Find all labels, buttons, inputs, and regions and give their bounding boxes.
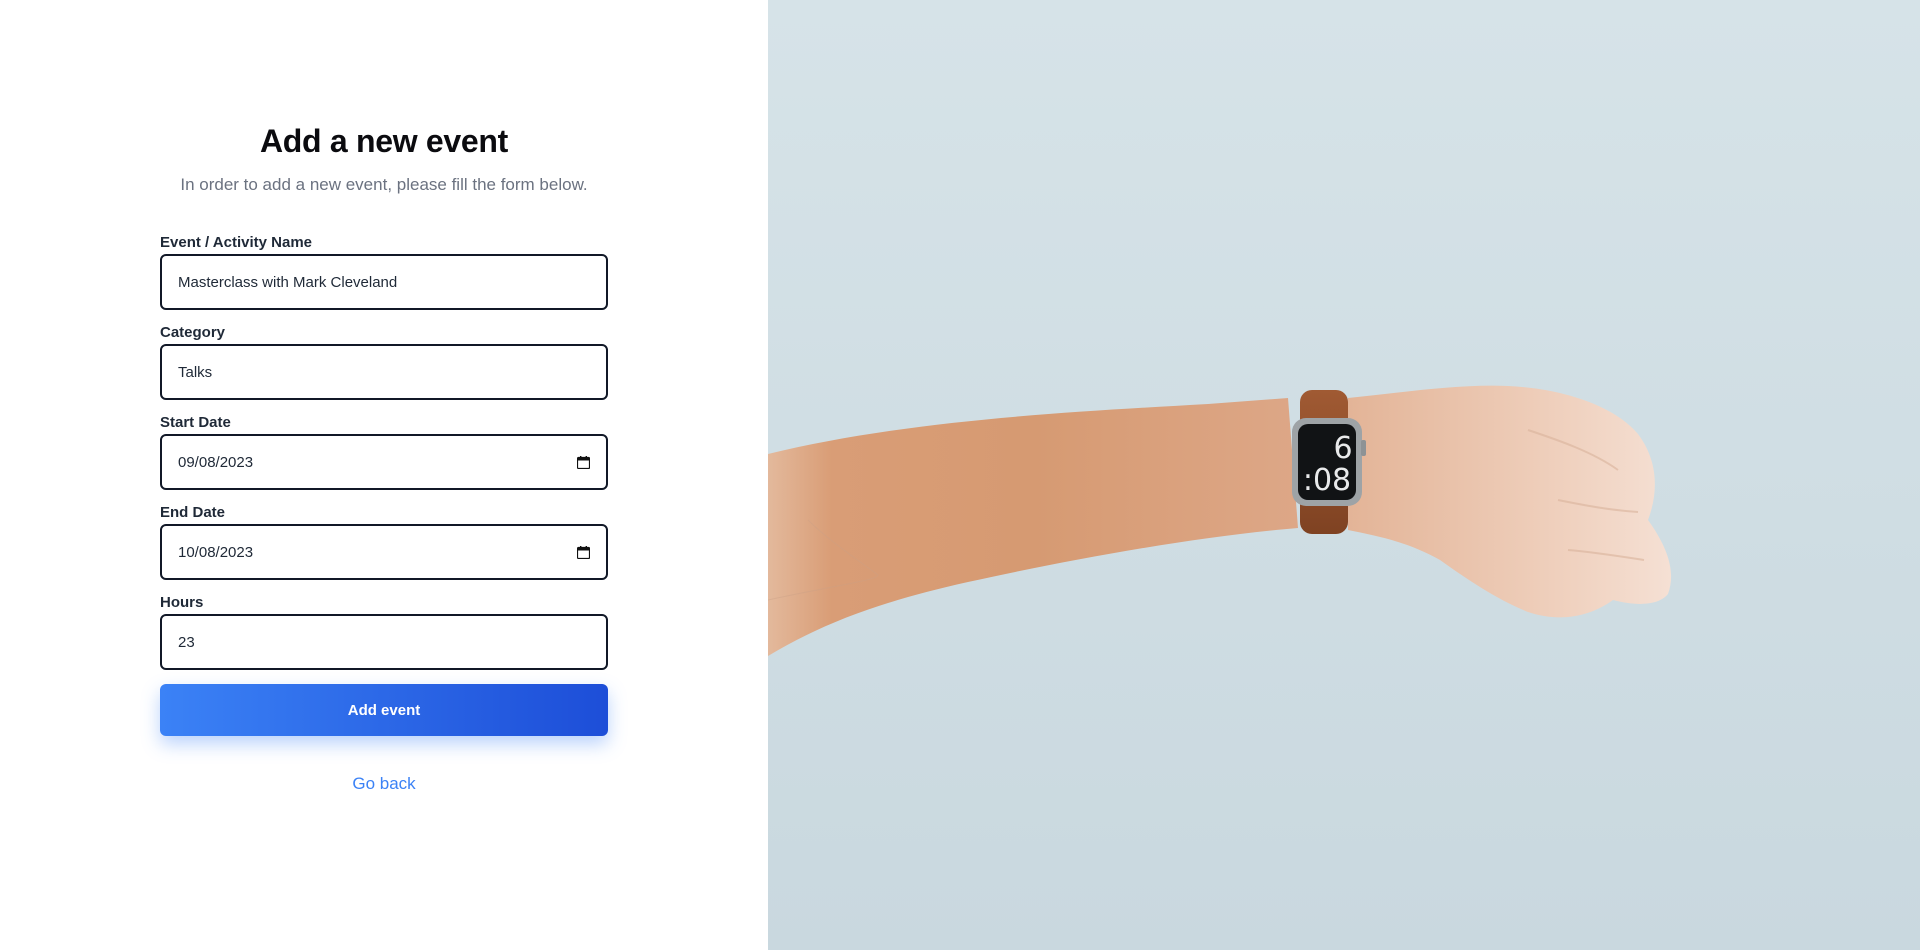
form-panel: Add a new event In order to add a new ev… [0,0,768,950]
end-date-label: End Date [160,504,226,521]
category-label: Category [160,324,226,341]
add-event-button[interactable]: Add event [160,684,608,736]
arm-with-watch-illustration: 6 :08 [768,385,1672,656]
end-date-field: End Date [160,504,608,580]
page-title: Add a new event [259,123,508,159]
hours-box[interactable] [160,614,608,670]
event-name-input[interactable] [178,273,590,291]
hours-input[interactable] [178,633,590,651]
start-date-input[interactable] [178,453,568,471]
watch-minutes: :08 [1303,463,1351,498]
page: Add a new event In order to add a new ev… [0,0,1920,950]
event-name-box[interactable] [160,254,608,310]
start-date-box[interactable] [160,434,608,490]
category-input[interactable] [178,363,590,381]
category-box[interactable] [160,344,608,400]
go-back-link[interactable]: Go back [160,774,608,794]
hours-field: Hours [160,594,608,670]
forearm [768,398,1298,656]
hero-photo: 6 :08 [768,0,1920,950]
watch-hour: 6 [1333,431,1352,466]
hours-label: Hours [160,594,204,611]
event-name-field: Event / Activity Name [160,234,608,310]
category-field: Category [160,324,608,400]
end-date-input[interactable] [178,543,568,561]
event-name-label: Event / Activity Name [160,234,312,251]
start-date-field: Start Date [160,414,608,490]
hand [1348,385,1672,618]
smartwatch: 6 :08 [1292,418,1366,506]
start-date-label: Start Date [160,414,231,431]
end-date-box[interactable] [160,524,608,580]
page-subtitle: In order to add a new event, please fill… [180,175,588,194]
form-fields: Event / Activity Name Category Start Dat… [160,234,608,670]
calendar-icon[interactable] [576,455,590,469]
event-form: Add a new event In order to add a new ev… [160,120,608,794]
calendar-icon[interactable] [576,545,590,559]
